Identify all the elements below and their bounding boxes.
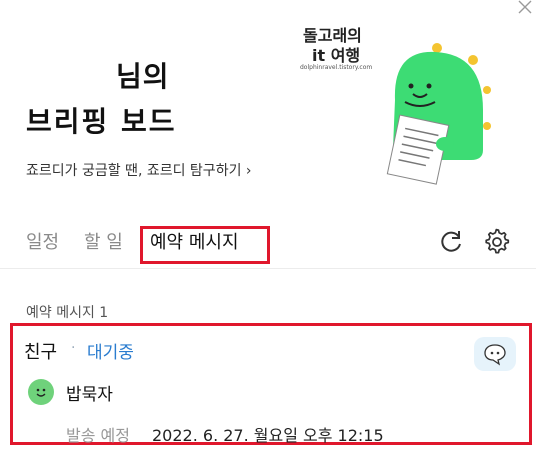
- separator-dot: ·: [71, 340, 76, 356]
- watermark-line2: it 여행: [312, 46, 361, 65]
- recipient-name: 친구: [24, 342, 58, 363]
- watermark-url: dolphinravel.tistory.com: [300, 64, 373, 71]
- chat-bubble-icon: [484, 344, 506, 366]
- tab-todo[interactable]: 할 일: [84, 228, 123, 254]
- jordy-mascot-illustration: [386, 43, 491, 185]
- close-button[interactable]: [516, 0, 534, 14]
- tab-schedule[interactable]: 일정: [26, 228, 59, 254]
- avatar-face-icon: [36, 388, 46, 397]
- tab-highlight-box: [140, 226, 270, 264]
- tab-divider: [0, 268, 536, 269]
- avatar: [28, 379, 54, 405]
- section-count-label: 예약 메시지 1: [26, 305, 109, 321]
- gear-icon[interactable]: [483, 228, 511, 256]
- chat-name: 밥묵자: [66, 385, 113, 405]
- status-badge: 대기중: [87, 343, 134, 363]
- refresh-icon[interactable]: [438, 229, 464, 255]
- board-title-name: 님의: [116, 60, 170, 93]
- schedule-time: 2022. 6. 27. 월요일 오후 12:15: [152, 426, 384, 445]
- schedule-label: 발송 예정: [66, 426, 130, 445]
- board-title: 브리핑 보드: [26, 105, 177, 138]
- open-chat-button[interactable]: [474, 337, 516, 371]
- jordy-explore-link[interactable]: 죠르디가 궁금할 땐, 죠르디 탐구하기 ›: [26, 160, 252, 180]
- close-icon: [518, 0, 532, 14]
